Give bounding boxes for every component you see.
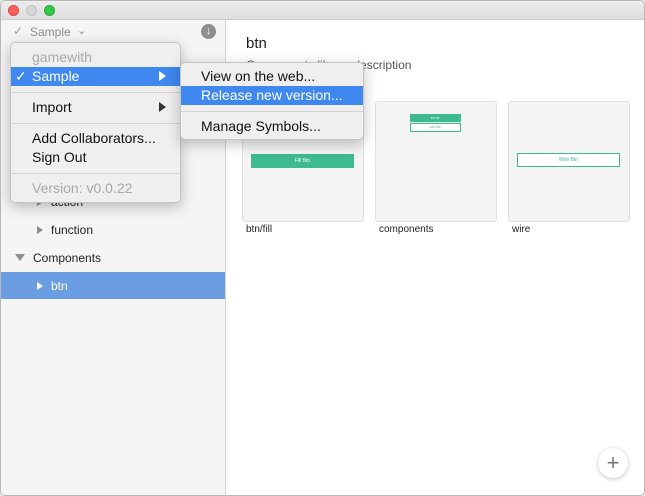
chevron-down-icon[interactable]: ⌄ <box>77 24 86 37</box>
wire-button-preview: Wire Btn <box>517 153 620 167</box>
project-switcher[interactable]: ✓ Sample ⌄ ↓ <box>1 20 225 44</box>
menu-item-import[interactable]: Import <box>11 98 180 117</box>
disclosure-triangle-down-icon[interactable] <box>15 254 25 261</box>
wire-button-preview: Wire Btn <box>410 123 461 132</box>
disclosure-triangle-icon[interactable] <box>37 282 43 290</box>
menu-item-sample[interactable]: ✓ Sample <box>11 67 180 86</box>
app-window: ✓ Sample ⌄ ↓ action function Components … <box>0 0 645 496</box>
tree-item-label: Components <box>33 251 102 265</box>
submenu-arrow-icon <box>159 71 166 81</box>
disclosure-triangle-icon[interactable] <box>37 226 43 234</box>
check-icon: ✓ <box>13 24 24 38</box>
check-icon: ✓ <box>15 68 27 84</box>
menu-separator <box>11 92 180 93</box>
menu-item-label: Sample <box>32 68 80 84</box>
tree-item-label: btn <box>51 279 68 293</box>
menu-item-sign-out[interactable]: Sign Out <box>11 148 180 167</box>
symbol-card-wire[interactable]: Wire Btn <box>508 101 630 222</box>
minimize-window-button[interactable] <box>26 5 37 16</box>
zoom-window-button[interactable] <box>44 5 55 16</box>
add-button[interactable]: + <box>598 448 628 478</box>
menu-separator <box>11 123 180 124</box>
close-window-button[interactable] <box>8 5 19 16</box>
menu-item-version: Version: v0.0.22 <box>32 180 133 196</box>
tree-item-btn-content: btn <box>37 279 68 293</box>
symbol-card-label: components <box>379 224 434 235</box>
project-name[interactable]: Sample <box>30 25 71 39</box>
tree-item-function[interactable]: function <box>37 223 93 237</box>
title-bar <box>1 1 644 20</box>
symbol-card-label: wire <box>512 224 531 235</box>
tree-item-btn[interactable]: btn <box>1 272 225 299</box>
menu-item-label: Import <box>32 99 72 115</box>
menu-separator <box>11 173 180 174</box>
menu-separator <box>181 111 363 112</box>
page-title: btn <box>246 35 267 52</box>
submenu-arrow-icon <box>159 102 166 112</box>
symbol-card-components[interactable]: Fill Btn Wire Btn <box>375 101 497 222</box>
sample-submenu: View on the web... Release new version..… <box>180 62 364 140</box>
menu-item-view-on-web[interactable]: View on the web... <box>181 67 363 86</box>
project-menu: gamewith ✓ Sample Import Add Collaborato… <box>10 42 181 203</box>
fill-button-preview: Fill Btn <box>251 154 354 168</box>
tree-item-label: function <box>51 223 94 237</box>
menu-item-manage-symbols[interactable]: Manage Symbols... <box>181 117 363 136</box>
menu-item-add-collaborators[interactable]: Add Collaborators... <box>11 129 180 148</box>
fill-button-preview: Fill Btn <box>410 114 461 122</box>
tree-item-components[interactable]: Components <box>15 251 101 265</box>
symbol-card-label: btn/fill <box>246 224 273 235</box>
menu-item-release-new-version[interactable]: Release new version... <box>181 86 363 105</box>
menu-item-gamewith[interactable]: gamewith <box>11 48 180 67</box>
download-icon[interactable]: ↓ <box>201 24 216 39</box>
